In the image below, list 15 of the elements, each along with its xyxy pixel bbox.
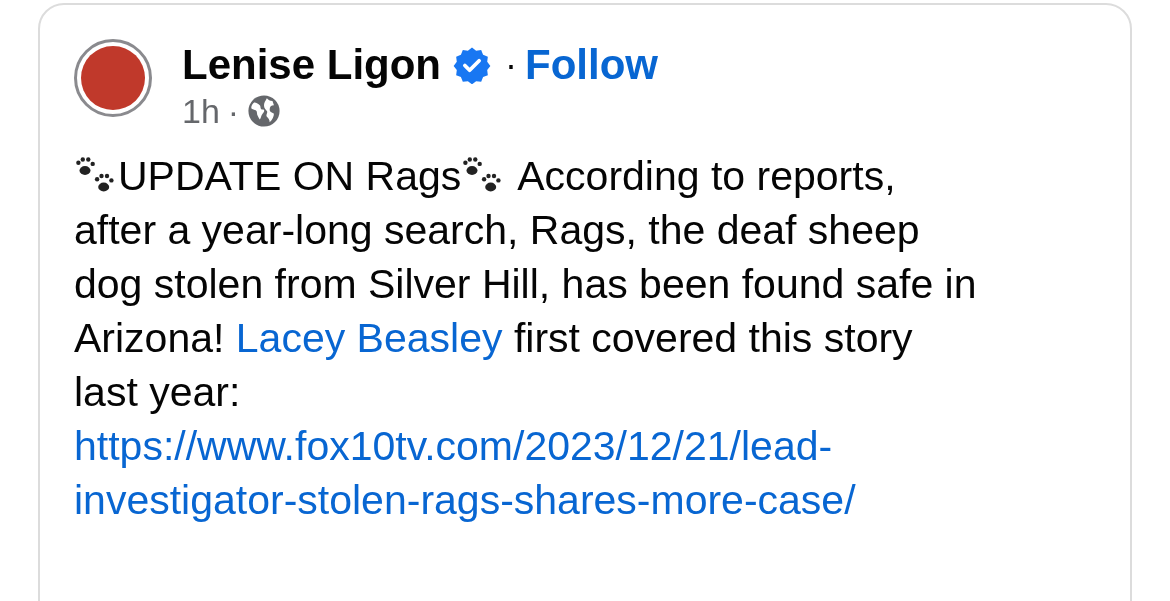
post-text: after a year-long search, Rags, the deaf sheep <box>74 206 920 255</box>
post-time[interactable]: 1h <box>182 91 220 131</box>
mention-link[interactable]: Lacey Beasley <box>235 315 503 361</box>
post-headline: UPDATE ON Rags <box>118 152 462 201</box>
post-text: dog stolen from Silver Hill, has been found safe in <box>74 260 977 309</box>
separator-dot: · <box>505 44 517 86</box>
separator-dot: · <box>227 91 240 131</box>
post-text: last year: <box>74 368 241 417</box>
article-link[interactable]: https://www.fox10tv.com/2023/12/21/lead-investigator-stolen-rags-shares-more-case/ <box>74 419 974 527</box>
avatar-photo-placeholder[interactable] <box>74 39 152 117</box>
post-text: According to reports, <box>517 152 896 201</box>
globe-icon <box>247 94 282 128</box>
post-text: Arizona! Lacey Beasley first covered this story <box>74 314 913 363</box>
author-name[interactable]: Lenise Ligon <box>182 41 441 89</box>
follow-link[interactable]: Follow <box>525 41 658 89</box>
